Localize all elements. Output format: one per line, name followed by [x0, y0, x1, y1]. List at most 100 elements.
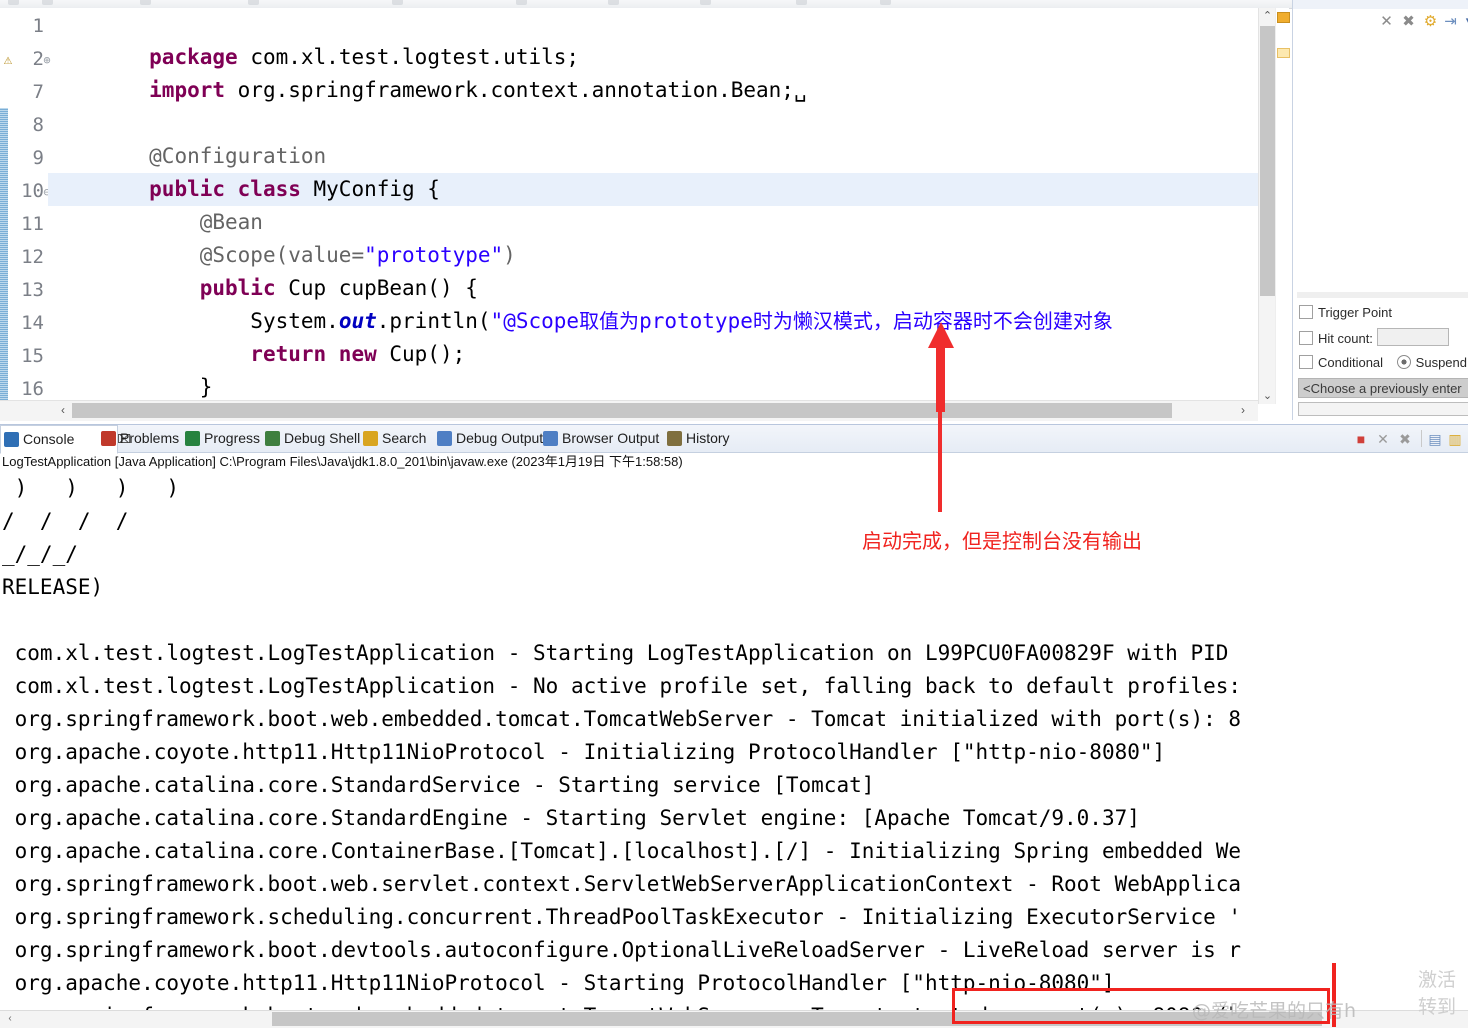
view-tabbar[interactable]: Console ⌧ Problems Progress Debug Shell … [0, 425, 1468, 454]
debug-shell-icon [265, 431, 280, 446]
condition-editor-input[interactable] [1298, 402, 1468, 416]
hit-count-input[interactable] [1376, 328, 1449, 346]
tab-label: Debug Output [456, 430, 544, 446]
overview-marker-occurrence-icon[interactable] [1277, 48, 1290, 58]
scroll-right-icon[interactable]: › [1232, 401, 1254, 420]
editor-horizontal-scrollbar[interactable]: ‹ › [0, 400, 1258, 421]
scroll-lock-icon[interactable]: ▥ [1446, 430, 1464, 448]
scroll-up-icon[interactable]: ⌃ [1259, 8, 1276, 24]
remove-all-breakpoints-icon[interactable]: ✖ [1399, 12, 1418, 31]
problems-icon [101, 431, 116, 446]
console-output[interactable]: ) ) ) ) / / / / _/_/_/ RELEASE) com.xl.t… [0, 472, 1468, 1012]
view-menu-icon[interactable]: ▾ [1460, 12, 1468, 31]
line-number: 15 [21, 345, 44, 367]
code-line[interactable]: return new Cup(); [48, 305, 1258, 366]
tab-problems[interactable]: Problems [98, 425, 179, 452]
trigger-point-row[interactable]: Trigger Point [1299, 303, 1392, 323]
console-line: RELEASE) [2, 575, 104, 599]
toolbar-icon[interactable] [248, 0, 259, 5]
tab-debug-shell[interactable]: Debug Shell [262, 425, 360, 452]
tab-progress[interactable]: Progress [182, 425, 260, 452]
tab-label: Console [23, 431, 75, 447]
remove-breakpoint-icon[interactable]: ✕ [1377, 12, 1396, 31]
console-line: com.xl.test.logtest.LogTestApplication -… [2, 674, 1242, 698]
line-number: 2 [32, 48, 44, 70]
console-icon [4, 432, 19, 447]
toolbar-icon[interactable] [880, 0, 891, 5]
tab-browser-output[interactable]: Browser Output [540, 425, 659, 452]
breakpoint-settings-icon[interactable]: ⚙ [1421, 12, 1440, 31]
condition-history-combo[interactable]: <Choose a previously enter [1298, 378, 1468, 398]
code-line[interactable]: @Bean [48, 173, 1258, 234]
toolbar-icon[interactable] [516, 0, 527, 5]
toolbar-icon[interactable] [8, 0, 19, 5]
scroll-left-icon[interactable]: ‹ [3, 1011, 17, 1027]
suspend-radio[interactable] [1396, 355, 1411, 369]
breakpoints-view[interactable]: ✕ ✖ ⚙ ⇥ ▾ Trigger Point Hit count: Condi… [1292, 0, 1468, 420]
terminate-icon[interactable]: ■ [1352, 430, 1370, 448]
toolbar-separator [1421, 430, 1422, 447]
line-number: 10 [21, 180, 44, 202]
editor-line-number-gutter: 1 2 7 8 9 10 11 12 13 14 15 16 [16, 8, 46, 420]
line-number: 8 [32, 114, 44, 136]
breakpoints-list[interactable] [1293, 36, 1468, 291]
remove-all-terminated-icon[interactable]: ✖ [1396, 430, 1414, 448]
line-number: 11 [21, 213, 44, 235]
editor-code-area[interactable]: package com.xl.test.logtest.utils; impor… [48, 8, 1258, 420]
toolbar-icon[interactable] [140, 0, 151, 5]
scroll-left-icon[interactable]: ‹ [52, 401, 74, 420]
link-with-debug-view-icon[interactable]: ⇥ [1441, 12, 1460, 31]
tab-history[interactable]: History [664, 425, 730, 452]
warning-marker-icon[interactable]: ⚠ [1, 55, 15, 69]
console-horizontal-scrollbar[interactable]: ‹ [0, 1010, 1468, 1028]
clear-console-icon[interactable]: ▤ [1426, 430, 1444, 448]
scrollbar-thumb[interactable] [72, 403, 1172, 418]
console-line: org.apache.coyote.http11.Http11NioProtoc… [2, 971, 1115, 995]
code-line[interactable]: public Cup cupBean() { [48, 239, 1258, 300]
code-line[interactable]: @Scope(value="prototype") [48, 206, 1258, 267]
code-line[interactable]: package com.xl.test.logtest.utils; [48, 8, 1258, 69]
code-line[interactable]: @Configuration [48, 107, 1258, 168]
hit-count-checkbox[interactable] [1299, 331, 1313, 345]
console-line: org.springframework.scheduling.concurren… [2, 905, 1242, 929]
toolbar-icon[interactable] [796, 0, 807, 5]
code-line[interactable]: public class MyConfig { [48, 140, 1258, 201]
code-line[interactable] [48, 74, 1258, 107]
remove-launch-icon[interactable]: ✕ [1374, 430, 1392, 448]
search-icon [363, 431, 378, 446]
console-line: org.springframework.boot.web.servlet.con… [2, 872, 1242, 896]
toolbar-icon[interactable] [42, 0, 53, 5]
hit-count-row[interactable]: Hit count: [1299, 328, 1449, 348]
console-line: ) ) ) ) [2, 476, 180, 500]
change-marker [0, 108, 8, 420]
tab-label: Browser Output [562, 430, 660, 446]
trigger-point-checkbox[interactable] [1299, 305, 1313, 319]
tab-search[interactable]: Search [360, 425, 426, 452]
history-icon [667, 431, 682, 446]
scrollbar-thumb[interactable] [272, 1012, 1322, 1026]
scrollbar-thumb[interactable] [1260, 26, 1275, 296]
code-line[interactable]: import org.springframework.context.annot… [48, 41, 1258, 102]
console-view[interactable]: Console ⌧ Problems Progress Debug Shell … [0, 424, 1468, 1028]
code-line[interactable]: } [48, 338, 1258, 399]
console-line: _/_/_/ [2, 542, 78, 566]
tab-debug-output[interactable]: Debug Output [434, 425, 543, 452]
scroll-down-icon[interactable]: ⌄ [1259, 388, 1276, 404]
breakpoints-view-toolbar[interactable]: ✕ ✖ ⚙ ⇥ ▾ [1293, 9, 1468, 35]
code-line[interactable]: System.out.println("@Scope取值为prototype时为… [48, 272, 1258, 333]
toolbar-icon[interactable] [608, 0, 619, 5]
toolbar-icon[interactable] [392, 0, 403, 5]
conditional-row[interactable]: Conditional Suspend [1299, 353, 1467, 373]
editor-vertical-scrollbar[interactable]: ⌃ ⌄ [1258, 8, 1276, 404]
tab-label: History [686, 430, 730, 446]
toolbar-icon[interactable] [700, 0, 711, 5]
browser-output-icon [543, 431, 558, 446]
progress-icon [185, 431, 200, 446]
line-number: 12 [21, 246, 44, 268]
java-editor[interactable]: ⚠ 1 2 7 8 9 10 11 12 13 14 15 16 ⊕ ⊖ pac… [0, 8, 1288, 420]
overview-marker-warning-icon[interactable] [1277, 12, 1290, 23]
editor-overview-ruler[interactable] [1275, 8, 1290, 404]
conditional-checkbox[interactable] [1299, 355, 1313, 369]
tab-label: Problems [120, 430, 180, 446]
tab-label: Progress [204, 430, 261, 446]
